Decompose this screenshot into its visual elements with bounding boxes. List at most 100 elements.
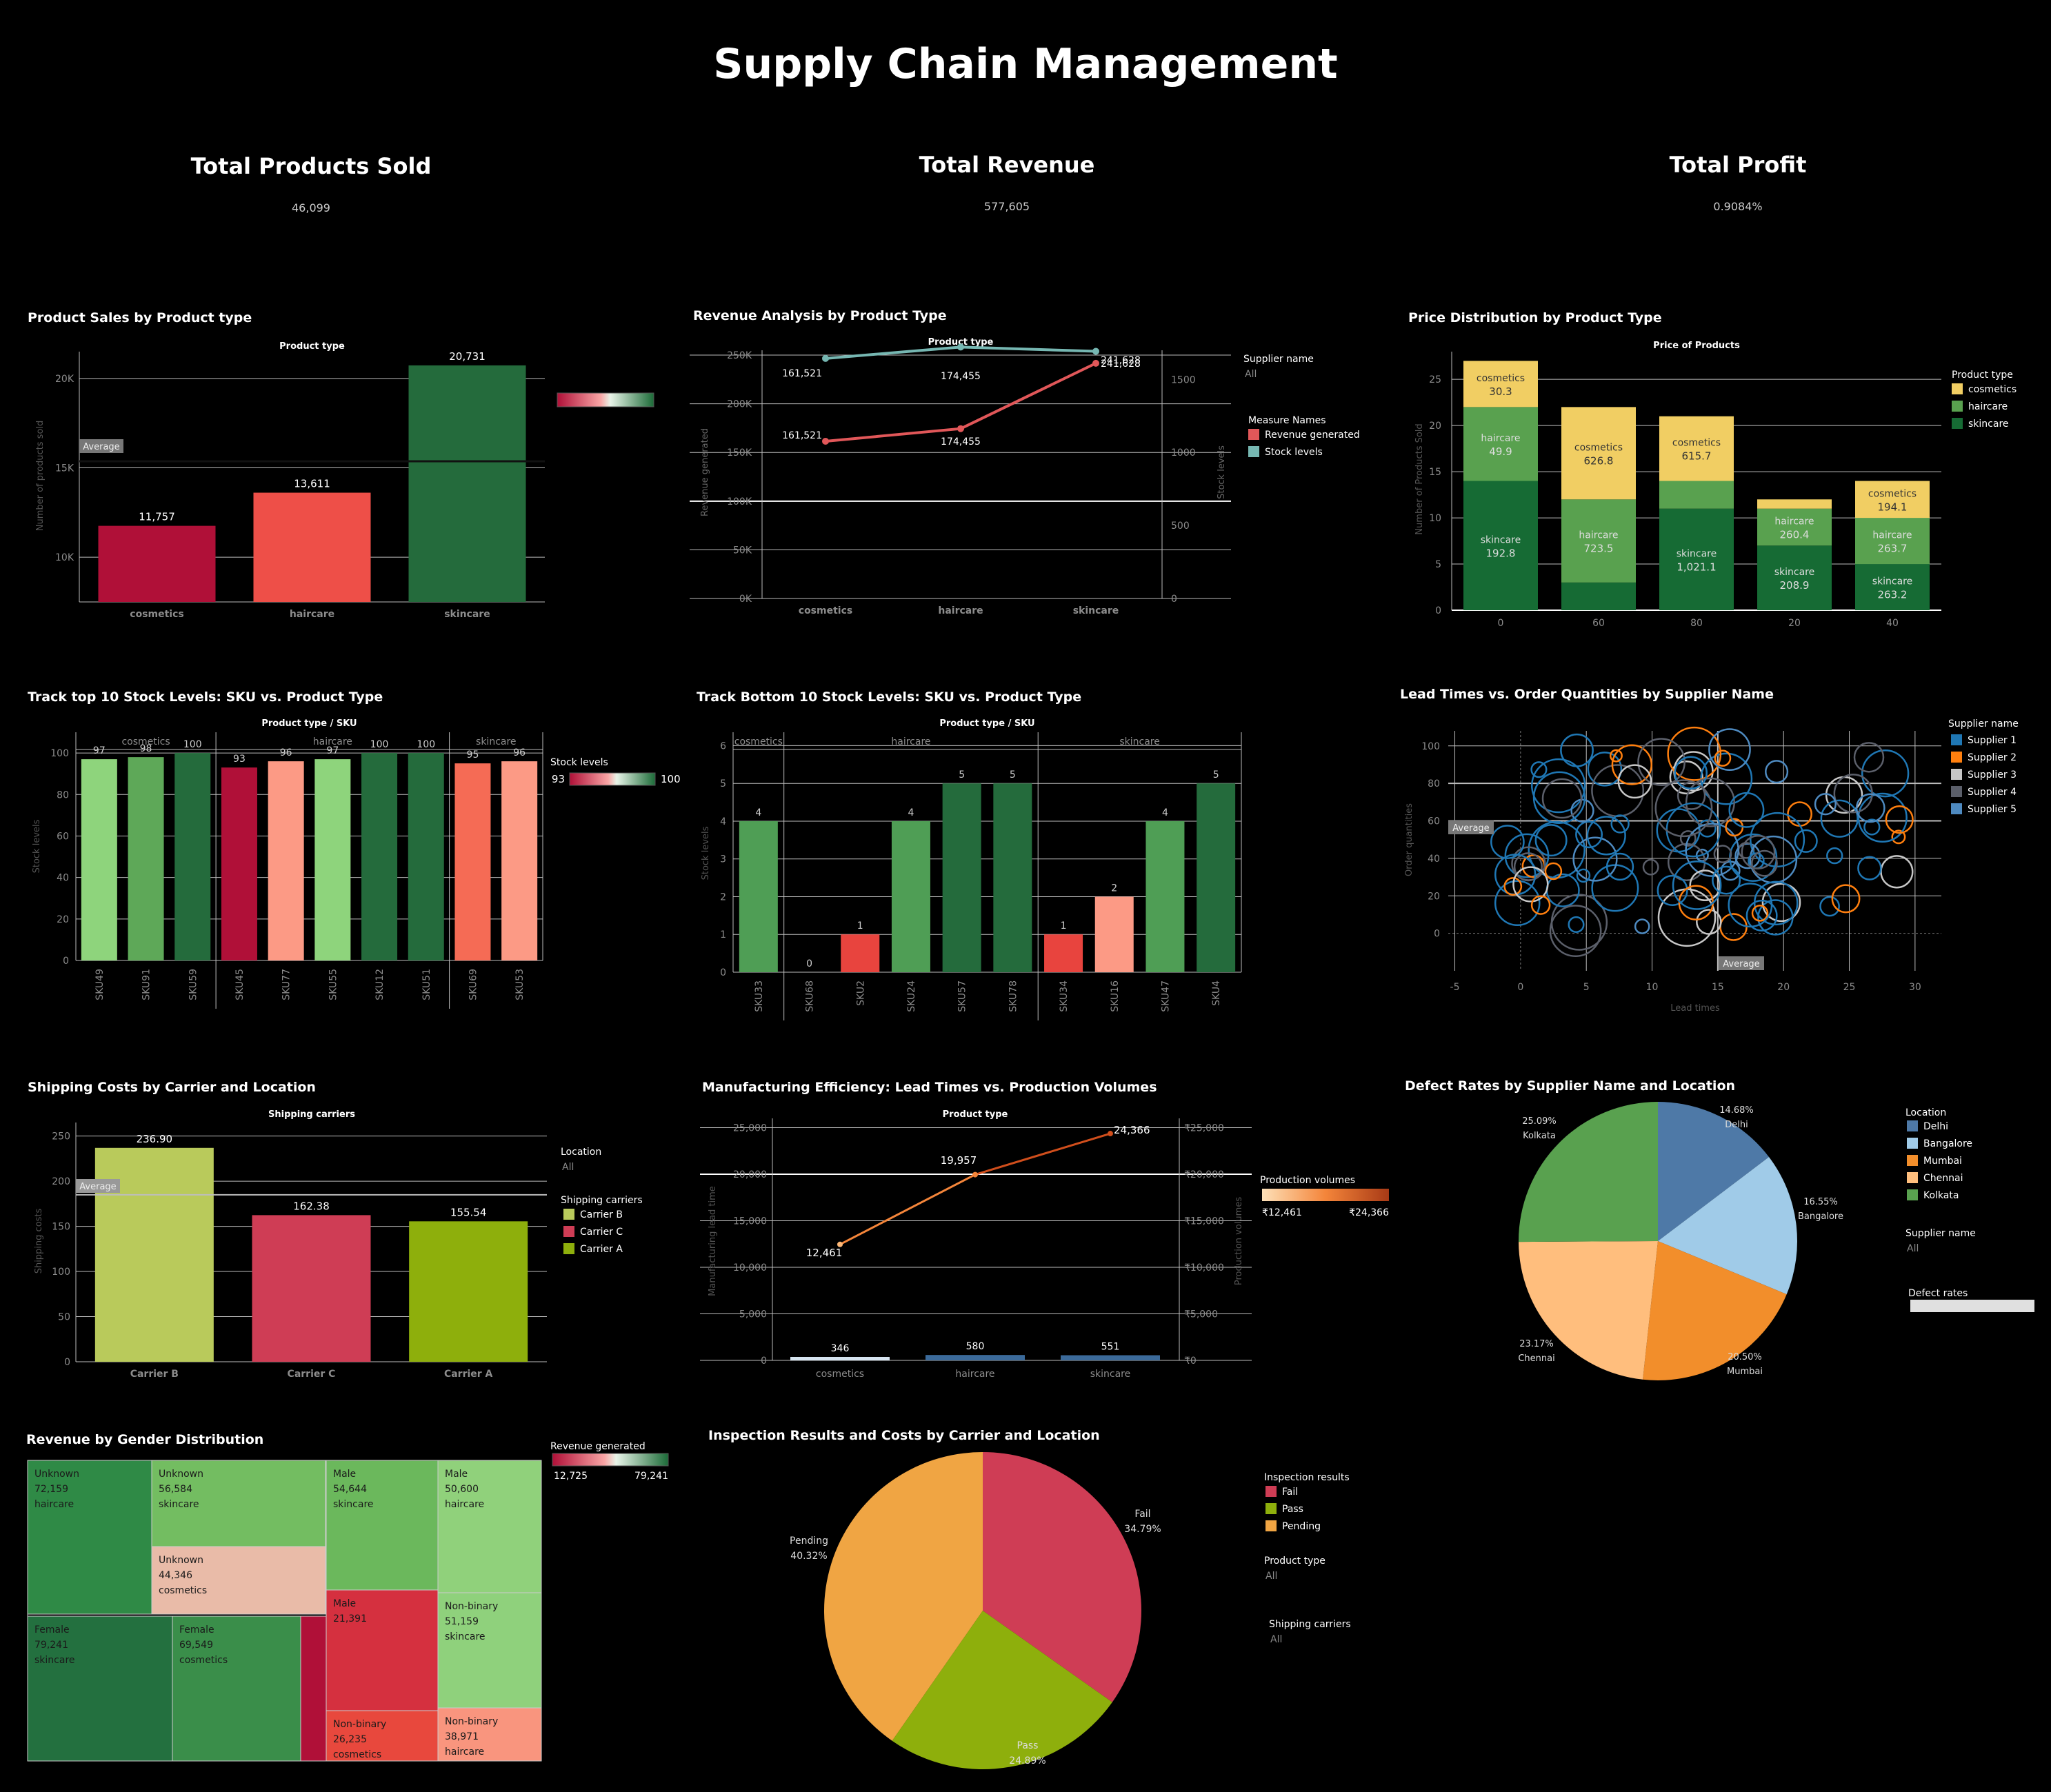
gender-cell-value-8: 21,391 [333, 1613, 367, 1624]
gender-cell-value-7: 50,600 [445, 1484, 479, 1495]
revenue-ytick: 200K [727, 399, 752, 410]
gender-legend-min: 12,725 [554, 1471, 588, 1482]
top10-bar-SKU45 [221, 767, 257, 960]
revenue-y2label: Stock levels [1217, 445, 1227, 499]
price-legend-haircare-label: haircare [1968, 401, 2008, 412]
manufacturing-y2tick: ₹15,000 [1184, 1216, 1224, 1227]
lead-order-legend-1-swatch [1951, 752, 1962, 763]
manufacturing-line-label: 24,366 [1114, 1124, 1150, 1136]
manufacturing-y2label: Production volumes [1234, 1197, 1244, 1285]
lead-order-bubble [1560, 733, 1594, 767]
top10-ytick: 0 [63, 956, 69, 967]
shipping-filter-value: All [562, 1162, 574, 1173]
lead-order-legend-4-label: Supplier 5 [1968, 804, 2017, 815]
price-segment-name: cosmetics [1672, 438, 1721, 449]
inspection-legend-0-label: Fail [1282, 1487, 1298, 1498]
gender-cell-gender-0: Unknown [34, 1469, 79, 1480]
price-segment-name: haircare [1872, 530, 1912, 541]
bottom10-bar-SKU24 [891, 821, 930, 972]
price-ylabel: Number of Products Sold [1414, 423, 1425, 534]
inspection-filter-carrier-value: All [1270, 1634, 1282, 1645]
price-ytick: 15 [1429, 467, 1441, 478]
lead-order-legend-1-label: Supplier 2 [1968, 752, 2017, 763]
product-sales-ylabel: Number of products sold [35, 421, 46, 532]
price-ytick: 25 [1429, 374, 1441, 385]
manufacturing-line-segment [974, 1132, 1111, 1176]
gender-cell-value-0: 72,159 [34, 1484, 68, 1495]
manufacturing-ytick: 0 [761, 1356, 767, 1367]
revenue-ytick: 250K [727, 350, 752, 361]
price-segment-value: 30.3 [1489, 385, 1512, 398]
price-segment-value: 1,021.1 [1677, 561, 1716, 573]
lead-order-bubble [1814, 793, 1837, 816]
lead-order-bubble [1728, 792, 1765, 828]
price-segment-value: 263.2 [1878, 589, 1908, 601]
product-sales-average-label: Average [83, 442, 119, 452]
gender-cell-type-2: cosmetics [159, 1585, 207, 1596]
manufacturing-bar-cosmetics [790, 1357, 890, 1360]
price-xtick: 60 [1592, 618, 1605, 629]
shipping-legend-1-swatch [563, 1226, 574, 1237]
bottom10-xtick-SKU33: SKU33 [754, 980, 765, 1012]
gender-cell-gender-11: Non-binary [333, 1719, 386, 1730]
gender-cell-value-11: 26,235 [333, 1734, 367, 1745]
shipping-legend-0-swatch [563, 1209, 574, 1220]
lead-order-bubble [1885, 805, 1914, 834]
gender-cell-4 [172, 1615, 301, 1762]
gender-cell-type-6: skincare [333, 1499, 374, 1510]
lead-order-bubble [1634, 918, 1650, 934]
lead-order-xtick: 30 [1909, 982, 1921, 993]
bottom10-xtick-SKU47: SKU47 [1160, 980, 1171, 1012]
manufacturing-bar-skincare [1061, 1355, 1160, 1360]
lead-order-ytick: 40 [1428, 854, 1440, 865]
bottom10-bar-SKU47 [1145, 821, 1185, 972]
price-legend-title: Product type [1952, 370, 2013, 381]
shipping-filter-label: Location [561, 1147, 601, 1158]
top10-value-label: 97 [326, 745, 339, 756]
shipping-xtick: Carrier C [288, 1369, 336, 1380]
lead-order-bubble [1576, 868, 1591, 883]
top10-value-label: 96 [280, 747, 292, 758]
gender-cell-type-9: skincare [445, 1631, 486, 1642]
price-legend-cosmetics-label: cosmetics [1968, 384, 2017, 395]
defect-rates-filter-label: Defect rates [1908, 1288, 1968, 1299]
stock-point [822, 354, 829, 362]
price-ytick: 20 [1429, 421, 1441, 432]
gender-cell-value-9: 51,159 [445, 1616, 479, 1627]
gender-cell-gender-1: Unknown [159, 1469, 203, 1480]
gender-cell-gender-8: Male [333, 1598, 356, 1609]
revenue-y2tick: 1500 [1171, 374, 1196, 385]
top10-bar-SKU51 [408, 753, 444, 960]
price-segment-value: 615.7 [1682, 450, 1712, 463]
price-segment-value: 260.4 [1780, 528, 1810, 541]
lead-order-ytick: 20 [1428, 891, 1440, 902]
revenue-point [957, 425, 964, 432]
bottom10-xtick-SKU34: SKU34 [1059, 980, 1070, 1012]
lead-order-legend-0-label: Supplier 1 [1968, 735, 2017, 746]
shipping-bar-Carrier A [409, 1221, 528, 1362]
top10-group-skincare: skincare [476, 736, 517, 747]
top10-value-label: 98 [140, 743, 152, 754]
product-sales-value-label: 13,611 [294, 478, 330, 490]
inspection-legend-title: Inspection results [1264, 1472, 1350, 1483]
defect-legend-4-swatch [1907, 1189, 1918, 1200]
manufacturing-y2tick: ₹10,000 [1184, 1262, 1224, 1273]
shipping-value-label: 155.54 [450, 1206, 487, 1218]
top10-bar-SKU55 [314, 759, 351, 960]
lead-order-bubble [1861, 749, 1910, 798]
bottom10-xtick-SKU16: SKU16 [1110, 980, 1121, 1012]
shipping-header: Shipping carriers [268, 1109, 355, 1120]
price-ytick: 0 [1435, 605, 1441, 616]
revenue-label: 174,455 [941, 436, 981, 447]
defect-legend-2-label: Mumbai [1923, 1156, 1962, 1167]
revenue-y2tick: 1000 [1171, 447, 1196, 459]
price-xtick: 0 [1498, 618, 1504, 629]
manufacturing-legend-title: Production volumes [1260, 1175, 1355, 1186]
revenue-filter-value: All [1245, 369, 1257, 380]
defect-filter-label: Supplier name [1905, 1228, 1976, 1239]
lead-order-bubble [1713, 845, 1732, 863]
defect-legend-1-swatch [1907, 1138, 1918, 1149]
price-segment-value: 208.9 [1780, 579, 1810, 592]
manufacturing-xtick: skincare [1090, 1369, 1131, 1380]
defect-filter-value: All [1907, 1243, 1919, 1254]
